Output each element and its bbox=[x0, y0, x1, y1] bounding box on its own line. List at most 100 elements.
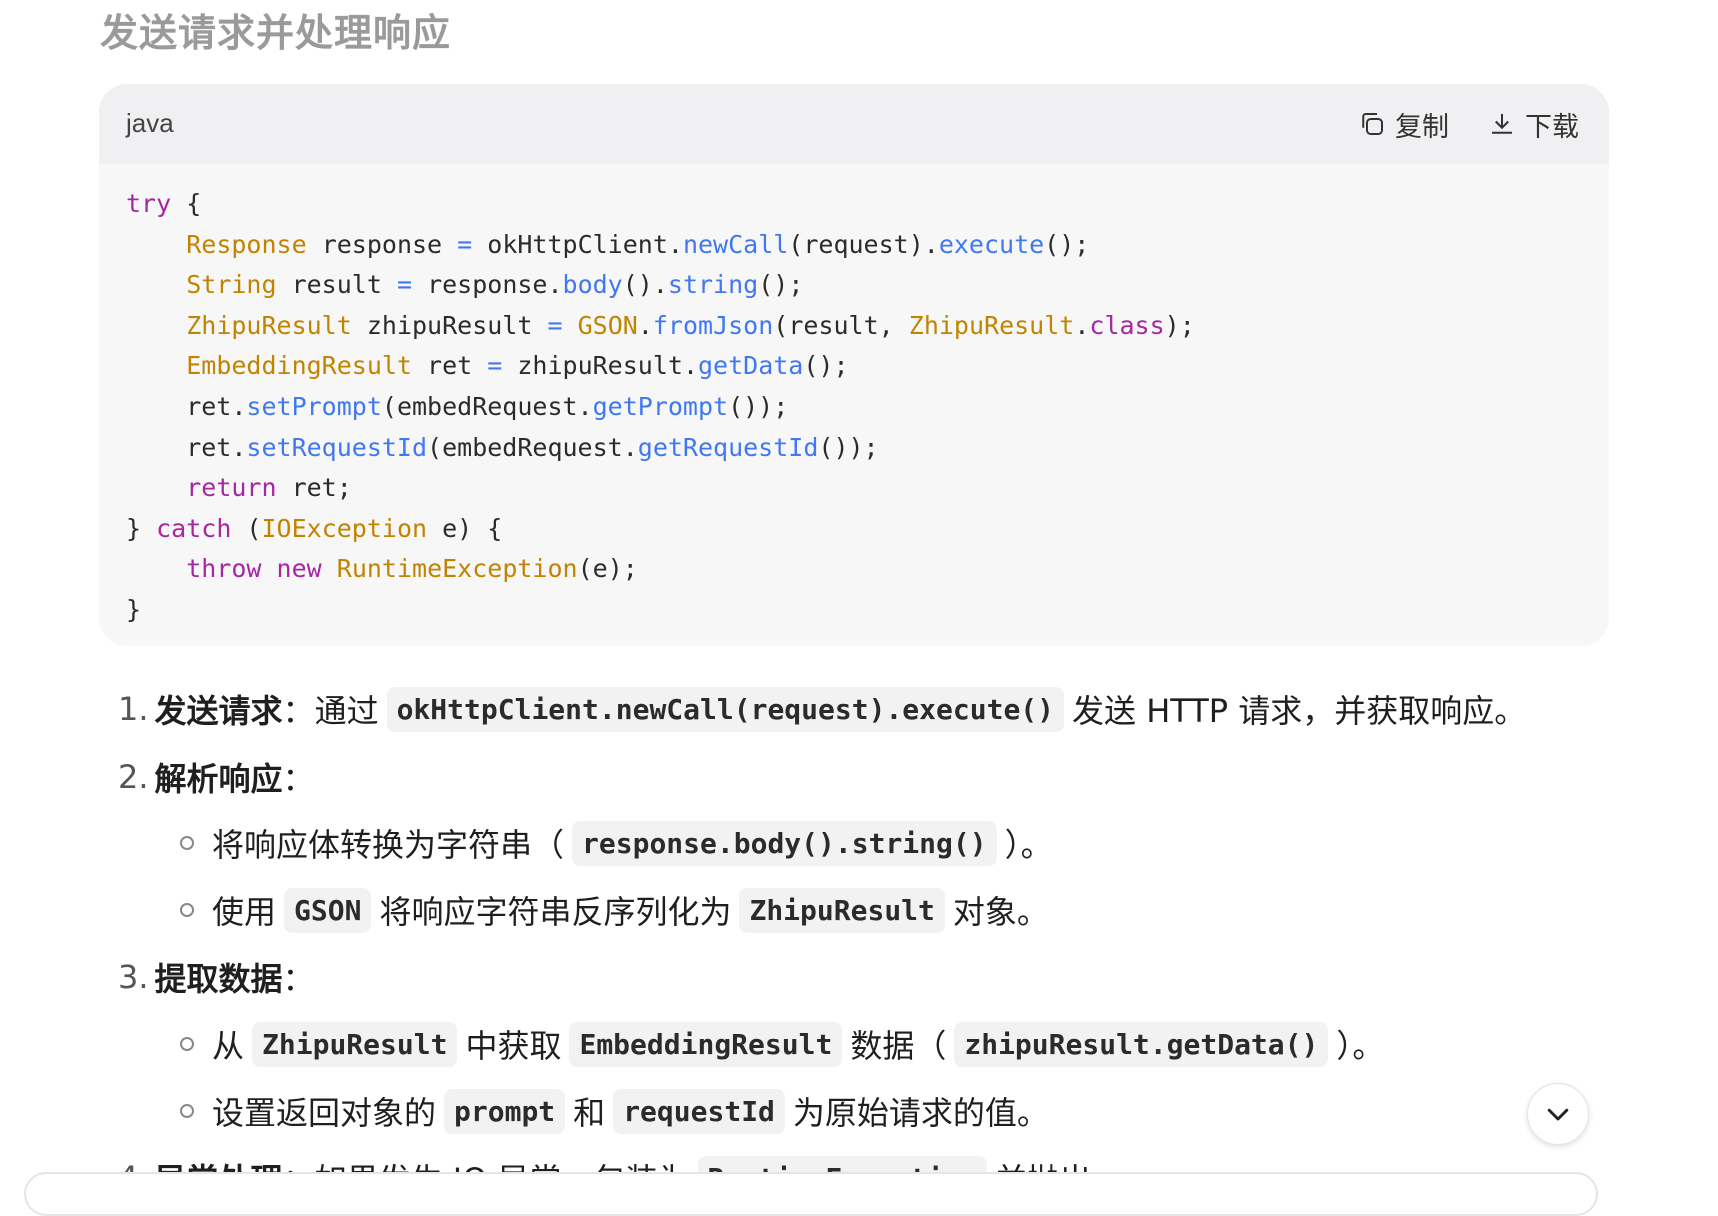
code-token: = bbox=[487, 351, 503, 381]
bullet-icon bbox=[180, 1037, 194, 1051]
inline-code: prompt bbox=[444, 1088, 566, 1134]
code-content: try { Response response = okHttpClient.n… bbox=[126, 184, 1195, 631]
inline-code: GSON bbox=[284, 887, 372, 933]
code-token: okHttpClient. bbox=[472, 229, 683, 259]
inline-code: ZhipuResult bbox=[739, 887, 945, 933]
code-token: ZhipuResult bbox=[186, 310, 352, 340]
code-token: setPrompt bbox=[246, 391, 382, 421]
bullet-icon bbox=[180, 903, 194, 917]
sub-item: 从 ZhipuResult 中获取 EmbeddingResult 数据（ zh… bbox=[180, 1021, 1384, 1067]
code-token: (embedRequest. bbox=[427, 432, 638, 462]
code-line: } bbox=[126, 590, 1195, 631]
download-button[interactable]: 下载 bbox=[1487, 102, 1579, 146]
code-token: newCall bbox=[682, 229, 789, 259]
code-line: Response response = okHttpClient.newCall… bbox=[126, 225, 1195, 266]
code-token: response. bbox=[412, 270, 563, 300]
colon: ： bbox=[282, 960, 315, 998]
code-token: ()); bbox=[818, 432, 879, 462]
text: 中获取 bbox=[465, 1027, 562, 1065]
colon: ： bbox=[282, 692, 315, 730]
code-token: zhipuResult. bbox=[502, 351, 698, 381]
scroll-to-bottom-button[interactable] bbox=[1527, 1083, 1589, 1145]
code-line: return ret; bbox=[126, 468, 1195, 509]
chat-input-box[interactable] bbox=[24, 1172, 1598, 1216]
code-token: ZhipuResult bbox=[908, 310, 1075, 340]
download-icon bbox=[1492, 114, 1512, 134]
text: 和 bbox=[573, 1094, 606, 1132]
code-token: execute bbox=[938, 229, 1045, 259]
code-token: class bbox=[1089, 310, 1165, 340]
section-title: 发送请求并处理响应 bbox=[100, 11, 452, 55]
copy-button[interactable]: 复制 bbox=[1357, 102, 1449, 146]
code-line: ZhipuResult zhipuResult = GSON.fromJson(… bbox=[126, 306, 1195, 347]
list-item-1: 1. 发送请求 ： 通过 okHttpClient.newCall(reques… bbox=[118, 686, 1526, 732]
code-token: . bbox=[637, 310, 653, 340]
code-line: } catch (IOException e) { bbox=[126, 509, 1195, 550]
code-token: (). bbox=[622, 270, 668, 300]
code-line: ret.setRequestId(embedRequest.getRequest… bbox=[126, 428, 1195, 469]
code-token: (); bbox=[803, 351, 849, 381]
bullet-icon bbox=[180, 836, 194, 850]
code-token: ret; bbox=[276, 473, 352, 503]
text: 将响应字符串反序列化为 bbox=[379, 893, 732, 931]
code-block: java 复制 下载 try { Response response = okH… bbox=[99, 84, 1609, 646]
code-token: zhipuResult bbox=[351, 310, 548, 340]
inline-code: requestId bbox=[613, 1088, 785, 1134]
code-line: ret.setPrompt(embedRequest.getPrompt()); bbox=[126, 387, 1195, 428]
text: 数据（ bbox=[850, 1027, 947, 1065]
inline-code: ZhipuResult bbox=[252, 1021, 458, 1067]
code-line: String result = response.body().string()… bbox=[126, 265, 1195, 306]
code-token: try bbox=[126, 189, 172, 218]
sub-item: 将响应体转换为字符串（ response.body().string() ）。 bbox=[180, 820, 1053, 866]
code-token: getData bbox=[698, 351, 804, 381]
text: ）。 bbox=[1004, 826, 1053, 864]
list-number: 1. bbox=[118, 690, 149, 728]
code-token: return bbox=[186, 473, 277, 503]
inline-code: response.body().string() bbox=[572, 820, 997, 866]
code-token: ret. bbox=[126, 391, 247, 421]
code-line: try { bbox=[126, 184, 1195, 225]
list-item-3: 3. 提取数据 ： bbox=[118, 954, 315, 1000]
copy-button-label: 复制 bbox=[1395, 111, 1449, 143]
code-token: (request). bbox=[788, 229, 939, 259]
list-number: 3. bbox=[118, 958, 149, 996]
sub-item: 使用 GSON 将响应字符串反序列化为 ZhipuResult 对象。 bbox=[180, 887, 1049, 933]
list-number: 2. bbox=[118, 758, 149, 796]
text: 发送 HTTP 请求，并获取响应。 bbox=[1072, 692, 1527, 730]
code-token: RuntimeException bbox=[336, 554, 578, 584]
code-token: throw bbox=[186, 554, 262, 584]
code-language-label: java bbox=[126, 108, 174, 138]
code-token: body bbox=[562, 270, 623, 300]
inline-code: zhipuResult.getData() bbox=[954, 1021, 1329, 1067]
code-token: Response bbox=[186, 229, 307, 259]
code-token: = bbox=[396, 270, 413, 300]
code-token: EmbeddingResult bbox=[186, 351, 412, 381]
text: 将响应体转换为字符串（ bbox=[212, 826, 565, 864]
colon: ： bbox=[282, 760, 315, 798]
code-token: = bbox=[457, 229, 473, 259]
code-line: throw new RuntimeException(e); bbox=[126, 549, 1195, 590]
code-token: catch bbox=[156, 513, 232, 543]
code-token: (); bbox=[1044, 229, 1090, 259]
list-item-2: 2. 解析响应 ： bbox=[118, 754, 315, 800]
code-token: ()); bbox=[728, 391, 789, 421]
text: 使用 bbox=[212, 893, 277, 931]
sub-item: 设置返回对象的 prompt 和 requestId 为原始请求的值。 bbox=[180, 1088, 1049, 1134]
code-token: new bbox=[276, 554, 322, 584]
code-token: result bbox=[276, 270, 397, 300]
text: 从 bbox=[212, 1027, 245, 1065]
code-token: { bbox=[171, 189, 202, 218]
copy-icon bbox=[1362, 113, 1383, 135]
code-token: getPrompt bbox=[592, 391, 729, 421]
code-token: string bbox=[667, 270, 759, 300]
code-token: ret bbox=[412, 351, 488, 381]
code-token: } bbox=[126, 594, 142, 624]
text: 为原始请求的值。 bbox=[792, 1094, 1049, 1132]
code-token: (embedRequest. bbox=[381, 391, 593, 421]
